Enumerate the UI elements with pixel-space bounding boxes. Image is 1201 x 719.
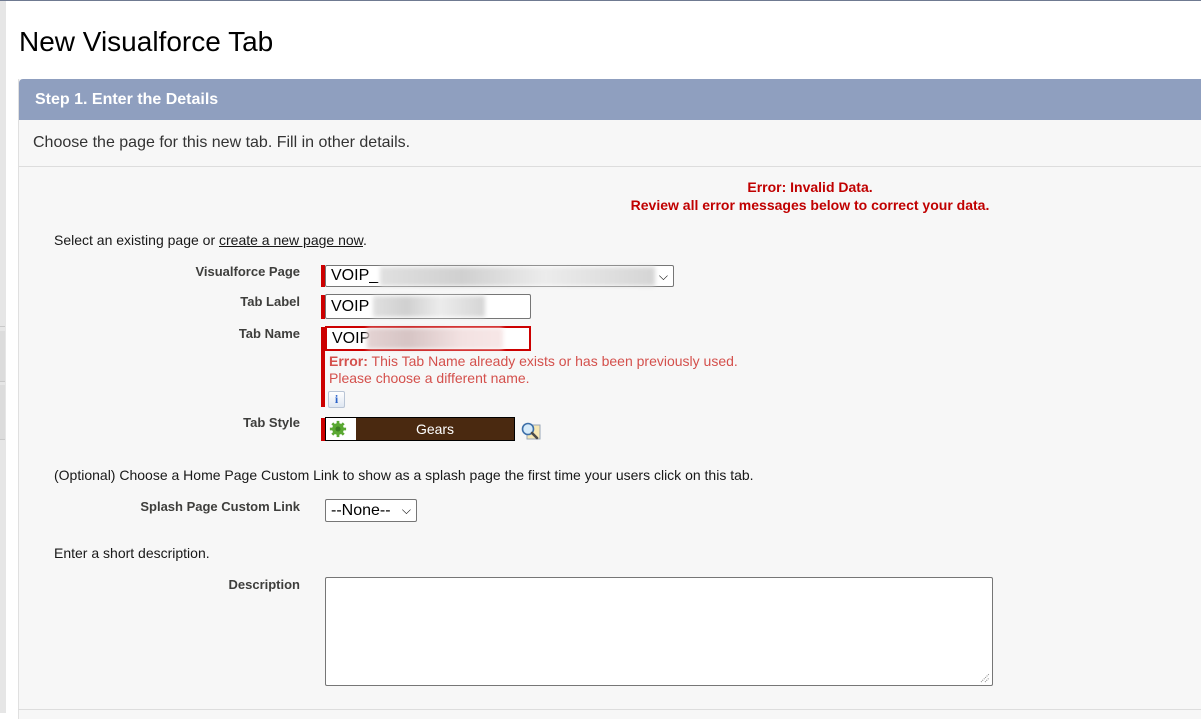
page-title: New Visualforce Tab (19, 26, 274, 57)
visualforce-page-select[interactable]: VOIP_ ⌵ (325, 265, 674, 287)
error-prefix: Error: (329, 353, 368, 369)
tab-style-name: Gears (415, 421, 455, 437)
step-subheader: Choose the page for this new tab. Fill i… (19, 120, 1201, 167)
left-sidebar-rail (0, 1, 6, 713)
tab-name-input[interactable]: VOIP (325, 326, 531, 351)
redacted-value (367, 328, 503, 349)
description-prompt: Enter a short description. (54, 545, 210, 561)
tab-label-label: Tab Label (240, 294, 300, 309)
splash-page-value: --None-- (331, 502, 391, 519)
visualforce-page-label: Visualforce Page (195, 264, 300, 279)
top-border (0, 0, 1201, 1)
select-page-intro: Select an existing page or create a new … (54, 232, 367, 248)
lookup-magnifier-icon[interactable] (520, 421, 542, 441)
error-summary: Error: Invalid Data. Review all error me… (560, 178, 1060, 214)
chevron-down-icon: ⌵ (401, 503, 411, 517)
splash-intro: (Optional) Choose a Home Page Custom Lin… (54, 467, 754, 483)
splash-page-label: Splash Page Custom Link (140, 499, 300, 514)
tab-name-label: Tab Name (238, 326, 300, 341)
splash-page-select[interactable]: --None-- ⌵ (325, 499, 417, 522)
intro-suffix: . (363, 232, 367, 248)
redacted-value (373, 296, 485, 317)
sidebar-segment (0, 1, 5, 327)
gear-icon (329, 420, 347, 438)
visualforce-page-value: VOIP_ (331, 267, 379, 284)
description-label: Description (228, 577, 300, 592)
tab-label-input[interactable]: VOIP (325, 294, 531, 319)
info-icon[interactable]: i (328, 391, 345, 408)
tab-name-error: Error: This Tab Name already exists or h… (329, 353, 738, 387)
tab-style-icon-cell (326, 418, 356, 440)
panel-bottom-border (18, 709, 1201, 710)
tab-style-selector[interactable]: Gears (325, 417, 515, 441)
tab-label-value: VOIP (331, 298, 370, 315)
description-textarea[interactable] (325, 577, 993, 686)
redacted-value (380, 267, 655, 286)
error-summary-message: Review all error messages below to corre… (630, 197, 990, 213)
intro-text: Select an existing page or (54, 232, 219, 248)
step-header: Step 1. Enter the Details (19, 79, 1201, 120)
error-summary-title: Error: Invalid Data. (747, 179, 873, 195)
sidebar-segment (0, 331, 5, 382)
create-new-page-link[interactable]: create a new page now (219, 232, 363, 248)
error-text: This Tab Name already exists or has been… (367, 353, 738, 369)
chevron-down-icon: ⌵ (658, 269, 668, 283)
error-text-line2: Please choose a different name. (329, 370, 530, 386)
tab-name-value: VOIP (332, 330, 371, 347)
tab-style-label: Tab Style (243, 415, 300, 430)
resize-grip-icon[interactable] (980, 673, 990, 683)
sidebar-segment (0, 385, 5, 440)
